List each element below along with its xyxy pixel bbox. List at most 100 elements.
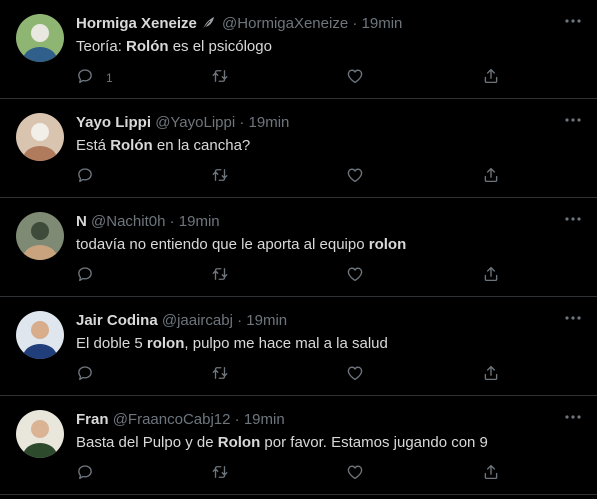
tweet-text-part: es el psicólogo	[168, 38, 272, 55]
tweet-text: todavía no entiendo que le aporta al equ…	[76, 236, 406, 254]
share-button[interactable]	[482, 266, 500, 286]
reply-button[interactable]: 1	[76, 68, 113, 88]
tweet-actions	[76, 167, 506, 187]
avatar[interactable]	[16, 14, 64, 62]
tweet-header: Hormiga Xeneize @HormigaXeneize · 19min	[76, 15, 402, 36]
tweet-actions	[76, 365, 506, 385]
reply-button[interactable]	[76, 464, 94, 484]
reply-icon	[76, 265, 94, 288]
avatar[interactable]	[16, 311, 64, 359]
author-handle[interactable]: @FraancoCabj12	[113, 411, 231, 428]
like-button[interactable]	[346, 365, 364, 385]
tweet-header: Yayo Lippi @YayoLippi · 19min	[76, 114, 289, 132]
reply-button[interactable]	[76, 266, 94, 286]
more-icon[interactable]	[563, 112, 583, 128]
reply-count: 1	[106, 71, 113, 85]
avatar[interactable]	[16, 212, 64, 260]
tweet[interactable]: Jair Codina @jaaircabj · 19min El doble 5…	[0, 297, 597, 396]
like-button[interactable]	[346, 464, 364, 484]
tweet[interactable]: Hormiga Xeneize @HormigaXeneize · 19min T…	[0, 0, 597, 99]
timestamp[interactable]: 19min	[246, 312, 287, 329]
author-handle[interactable]: @jaaircabj	[162, 312, 233, 329]
author-handle[interactable]: @YayoLippi	[155, 114, 235, 131]
tweet-text-part: Basta del Pulpo y de	[76, 434, 218, 451]
tweet[interactable]: N @Nachit0h · 19min todavía no entiendo q…	[0, 198, 597, 297]
author-handle[interactable]: @HormigaXeneize	[222, 15, 348, 32]
tweet-text-highlight: Rolon	[217, 434, 261, 451]
retweet-button[interactable]	[210, 167, 230, 187]
like-button[interactable]	[346, 68, 364, 88]
tweet-text-part: en la cancha?	[152, 137, 251, 154]
share-icon	[482, 265, 500, 288]
reply-button[interactable]	[76, 167, 94, 187]
author-name[interactable]: Jair Codina	[76, 312, 158, 329]
like-button[interactable]	[346, 266, 364, 286]
separator-dot: ·	[234, 411, 240, 428]
reply-icon	[76, 463, 94, 486]
more-icon[interactable]	[563, 310, 583, 326]
timestamp[interactable]: 19min	[362, 15, 403, 32]
share-icon	[482, 166, 500, 189]
avatar[interactable]	[16, 410, 64, 458]
retweet-icon	[210, 463, 230, 486]
like-icon	[346, 265, 364, 288]
reply-icon	[76, 67, 94, 90]
like-icon	[346, 67, 364, 90]
tweet-text-part: por favor. Estamos jugando con 9	[260, 434, 488, 451]
retweet-button[interactable]	[210, 464, 230, 484]
more-icon[interactable]	[563, 211, 583, 227]
like-icon	[346, 463, 364, 486]
timestamp[interactable]: 19min	[249, 114, 290, 131]
timestamp[interactable]: 19min	[179, 213, 220, 230]
tweet-text: Basta del Pulpo y de Rolon por favor. Es…	[76, 434, 488, 452]
tweet-text-part: Teoría:	[76, 38, 127, 55]
author-name[interactable]: Fran	[76, 411, 109, 428]
tweet-header: N @Nachit0h · 19min	[76, 213, 220, 231]
share-button[interactable]	[482, 167, 500, 187]
separator-dot: ·	[352, 15, 358, 32]
avatar[interactable]	[16, 113, 64, 161]
author-name[interactable]: Hormiga Xeneize	[76, 15, 197, 32]
retweet-button[interactable]	[210, 68, 230, 88]
tweet[interactable]: Yayo Lippi @YayoLippi · 19min Está Rolón …	[0, 99, 597, 198]
reply-icon	[76, 166, 94, 189]
reply-icon	[76, 364, 94, 387]
timestamp[interactable]: 19min	[244, 411, 285, 428]
retweet-icon	[210, 265, 230, 288]
tweet-actions	[76, 464, 506, 484]
share-button[interactable]	[482, 68, 500, 88]
more-icon[interactable]	[563, 13, 583, 29]
author-handle[interactable]: @Nachit0h	[91, 213, 165, 230]
like-icon	[346, 364, 364, 387]
share-button[interactable]	[482, 365, 500, 385]
retweet-button[interactable]	[210, 365, 230, 385]
tweet-text-highlight: Rolón	[126, 38, 169, 55]
tweet-text: Teoría: Rolón es el psicólogo	[76, 38, 272, 56]
retweet-icon	[210, 364, 230, 387]
tweet[interactable]: Fran @FraancoCabj12 · 19min Basta del Pul…	[0, 396, 597, 495]
more-icon[interactable]	[563, 409, 583, 425]
reply-button[interactable]	[76, 365, 94, 385]
retweet-button[interactable]	[210, 266, 230, 286]
tweet-text-highlight: rolon	[146, 335, 185, 352]
feather-badge-icon	[200, 15, 216, 36]
author-name[interactable]: N	[76, 213, 87, 230]
share-icon	[482, 67, 500, 90]
tweet-feed: Hormiga Xeneize @HormigaXeneize · 19min T…	[0, 0, 597, 499]
tweet-text-part: El doble 5	[76, 335, 147, 352]
tweet-header: Jair Codina @jaaircabj · 19min	[76, 312, 287, 330]
tweet-text-part: Está	[76, 137, 111, 154]
share-icon	[482, 364, 500, 387]
tweet-actions	[76, 266, 506, 286]
retweet-icon	[210, 166, 230, 189]
tweet-text: Está Rolón en la cancha?	[76, 137, 250, 155]
author-name[interactable]: Yayo Lippi	[76, 114, 151, 131]
tweet-text-part: todavía no entiendo que le aporta al equ…	[76, 236, 369, 253]
tweet-text-highlight: Rolón	[110, 137, 153, 154]
tweet-text-highlight: rolon	[368, 236, 407, 253]
share-button[interactable]	[482, 464, 500, 484]
tweet-text-part: , pulpo me hace mal a la salud	[184, 335, 388, 352]
separator-dot: ·	[237, 312, 243, 329]
like-button[interactable]	[346, 167, 364, 187]
like-icon	[346, 166, 364, 189]
